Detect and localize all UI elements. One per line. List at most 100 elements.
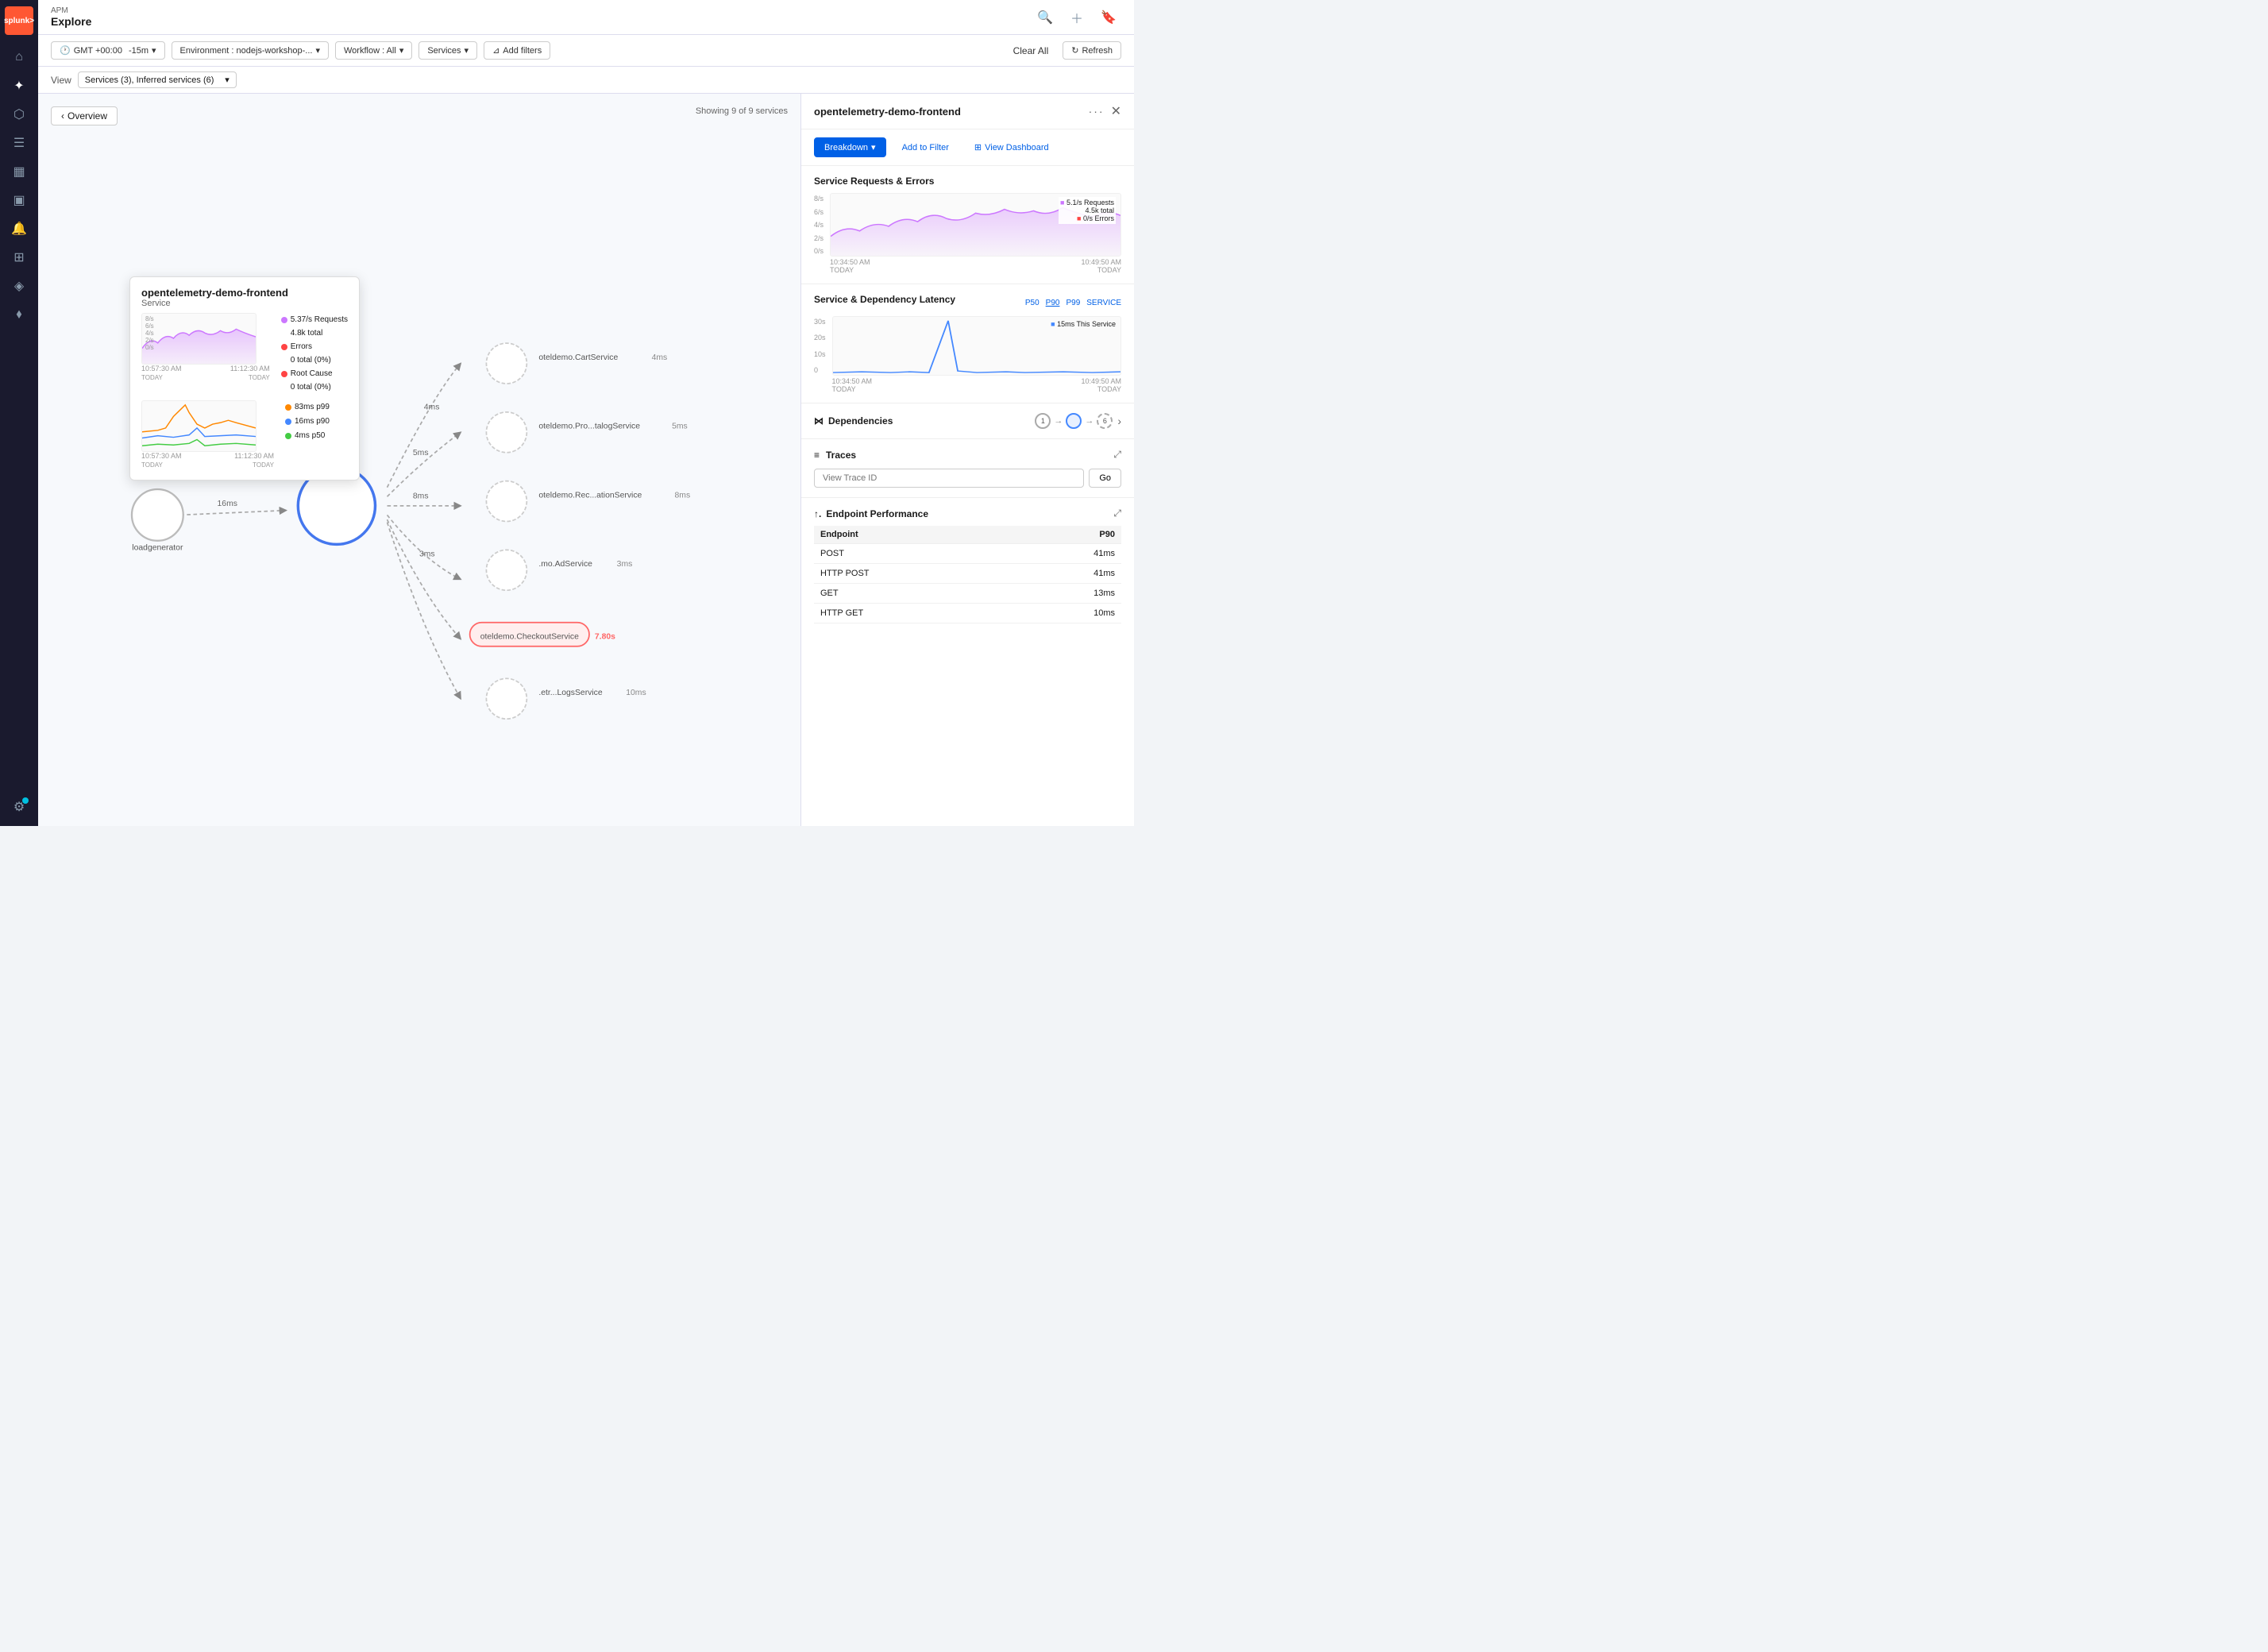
edge-frontend-cart (388, 364, 461, 488)
services-label: Services (427, 46, 461, 56)
sidebar-item-home[interactable]: ⌂ (6, 44, 32, 70)
workflow-btn[interactable]: Workflow : All ▾ (335, 41, 412, 60)
view-dashboard-btn[interactable]: ⊞ View Dashboard (965, 137, 1059, 157)
sidebar-item-charts[interactable]: ▦ (6, 159, 32, 184)
right-panel: opentelemetry-demo-frontend ··· ✕ Breakd… (800, 94, 1134, 826)
page-header: APM Explore 🔍 ＋ 🔖 (38, 0, 1134, 35)
node-logs[interactable] (486, 678, 526, 719)
node-productcatalog-label: oteldemo.Pro...talogService (538, 423, 640, 431)
chart-day-labels: TODAY TODAY (141, 374, 270, 381)
rp-lat-x-start: 10:34:50 AM TODAY (832, 377, 873, 393)
breakdown-chevron: ▾ (871, 142, 876, 152)
root-cause-dot (281, 371, 287, 377)
rp-requests-section: Service Requests & Errors 8/s 6/s 4/s 2/… (801, 166, 1134, 284)
header-search-icon[interactable]: 🔍 (1032, 5, 1058, 30)
sidebar-item-tag[interactable]: ◈ (6, 273, 32, 299)
add-filters-btn[interactable]: ⊿ Add filters (484, 41, 550, 60)
services-btn[interactable]: Services ▾ (418, 41, 477, 60)
view-select[interactable]: Services (3), Inferred services (6) ▾ (78, 71, 237, 88)
col-p50[interactable]: P50 (1025, 299, 1040, 307)
add-to-filter-btn[interactable]: Add to Filter (893, 137, 958, 157)
node-cart-label: oteldemo.CartService (538, 353, 618, 362)
time-range-label: -15m (129, 46, 148, 56)
refresh-btn[interactable]: ↻ Refresh (1063, 41, 1121, 60)
requests-dot (281, 317, 287, 323)
edge-label-4ms: 4ms (424, 403, 440, 411)
col-service[interactable]: SERVICE (1086, 299, 1121, 307)
sidebar-item-alerts[interactable]: 🔔 (6, 216, 32, 241)
dep-node-6: 6 (1097, 413, 1113, 429)
errors-dot (281, 344, 287, 350)
overview-label: Overview (68, 110, 107, 122)
traces-lines-icon: ≡ (814, 450, 820, 461)
dep-title-text: Dependencies (828, 415, 893, 427)
col-p90[interactable]: P90 (1046, 299, 1060, 307)
tooltip-latency-chart (141, 400, 256, 452)
splunk-logo[interactable]: splunk> (5, 6, 33, 35)
rp-title: opentelemetry-demo-frontend (814, 106, 961, 118)
tooltip-header: opentelemetry-demo-frontend Service (130, 277, 359, 313)
node-productcatalog[interactable] (486, 412, 526, 453)
trace-go-btn[interactable]: Go (1089, 469, 1121, 488)
endpoint-expand-icon[interactable]: ⤢ (1113, 508, 1121, 519)
dep-arrow-2: → (1085, 416, 1094, 426)
tooltip-chart-times: 10:57:30 AM 11:12:30 AM (141, 365, 270, 372)
tooltip-subtitle: Service (141, 299, 348, 308)
sidebar-item-logs[interactable]: ☰ (6, 130, 32, 156)
rp-header: opentelemetry-demo-frontend ··· ✕ (801, 94, 1134, 129)
clear-all-btn[interactable]: Clear All (1005, 42, 1057, 60)
rp-latency-columns: P50 P90 P99 SERVICE (1025, 299, 1121, 307)
col-p99[interactable]: P99 (1066, 299, 1080, 307)
dep-arrow-1: → (1054, 416, 1063, 426)
dep-chevron-icon[interactable]: › (1117, 415, 1121, 427)
edge-frontend-productcatalog (388, 432, 461, 496)
chart-y-8s: 8/s6/s4/s2/s0/s (145, 315, 154, 351)
header-left: APM Explore (51, 6, 91, 28)
refresh-label: Refresh (1082, 46, 1113, 56)
sidebar-item-box[interactable]: ⬧ (6, 302, 32, 327)
service-map-area: ‹ Overview Showing 9 of 9 services 16ms … (38, 94, 800, 826)
edge-label-3ms: 3ms (419, 550, 435, 558)
header-bookmark-icon[interactable]: 🔖 (1096, 5, 1121, 30)
view-dropdown-icon: ▾ (225, 75, 230, 85)
workflow-dropdown-icon: ▾ (399, 45, 404, 56)
rp-close-btn[interactable]: ✕ (1111, 103, 1121, 119)
node-checkout-label: oteldemo.CheckoutService (480, 633, 579, 642)
rp-requests-legend: ■ 5.1/s Requests 4.5k total ■ 0/s Errors (1059, 197, 1116, 224)
breakdown-btn[interactable]: Breakdown ▾ (814, 137, 886, 157)
node-checkout-latency: 7.80s (595, 633, 615, 642)
endpoint-name-2: GET (814, 584, 1012, 604)
node-loadgenerator[interactable] (132, 489, 183, 541)
legend-errors: Errors (281, 340, 348, 353)
time-dropdown-icon: ▾ (152, 45, 156, 56)
sidebar-item-monitor[interactable]: ▣ (6, 187, 32, 213)
rp-more-btn[interactable]: ··· (1089, 105, 1105, 118)
node-cart[interactable] (486, 343, 526, 384)
overview-btn[interactable]: ‹ Overview (51, 106, 118, 125)
sidebar-item-topology[interactable]: ⬡ (6, 102, 32, 127)
header-plus-icon[interactable]: ＋ (1064, 5, 1090, 30)
trace-id-input[interactable] (814, 469, 1084, 488)
time-range-btn[interactable]: 🕐 GMT +00:00 -15m ▾ (51, 41, 165, 60)
rp-requests-chart: ■ 5.1/s Requests 4.5k total ■ 0/s Errors (830, 193, 1121, 257)
sidebar-item-settings[interactable]: ⚙ (6, 794, 32, 820)
legend-root-cause: Root Cause (281, 367, 348, 380)
environment-btn[interactable]: Environment : nodejs-workshop-... ▾ (172, 41, 329, 60)
node-recommendation-label: oteldemo.Rec...ationService (538, 491, 642, 500)
traces-expand-icon[interactable]: ⤢ (1113, 449, 1121, 461)
node-ad[interactable] (486, 550, 526, 590)
rp-requests-chart-container: 8/s 6/s 4/s 2/s 0/s (814, 193, 1121, 274)
tooltip-latency-times: 10:57:30 AM 11:12:30 AM (141, 452, 274, 460)
dep-node-1: 1 (1035, 413, 1051, 429)
latency-time-end: 11:12:30 AM (234, 452, 274, 460)
rp-requests-y-axis: 8/s 6/s 4/s 2/s 0/s (814, 193, 824, 257)
endpoint-p90-2: 13ms (1012, 584, 1121, 604)
sidebar-item-dashboard[interactable]: ⊞ (6, 245, 32, 270)
node-recommendation[interactable] (486, 481, 526, 522)
tooltip-requests-legend: 5.37/s Requests 4.8k total Errors (276, 313, 348, 394)
sidebar-item-apm[interactable]: ✦ (6, 73, 32, 98)
breakdown-label: Breakdown (824, 143, 868, 152)
dep-flow-area: 1 → → 6 › (1035, 413, 1121, 429)
legend-root-cause-total: 0 total (0%) (281, 380, 348, 394)
rp-latency-legend: ■ 15ms This Service (1051, 320, 1116, 328)
